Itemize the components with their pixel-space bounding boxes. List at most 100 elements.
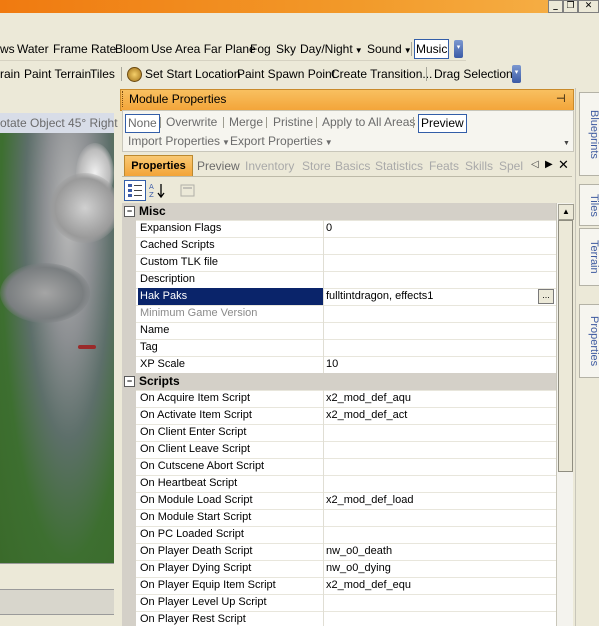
toolbar-overflow-chevron-icon[interactable]: ▾ [512, 65, 521, 83]
toolbar-item-ws[interactable]: ws [0, 38, 15, 60]
property-row[interactable]: On Client Enter Script [122, 424, 556, 442]
tab-preview[interactable]: Preview [197, 157, 240, 176]
property-row[interactable]: Name [122, 322, 556, 340]
tab-inventory[interactable]: Inventory [245, 157, 294, 176]
property-value[interactable]: x2_mod_def_load [323, 492, 556, 509]
tab-statistics[interactable]: Statistics [375, 157, 423, 176]
merge-none-button[interactable]: None [125, 114, 160, 133]
toolbar-item-bloom[interactable]: Bloom [115, 38, 149, 60]
toolbar-item-water[interactable]: Water [17, 38, 49, 60]
rotate-object-button[interactable]: otate Object 45° Right [0, 113, 118, 133]
toolbar-item-tiles[interactable]: Tiles [90, 63, 115, 85]
property-row[interactable]: On PC Loaded Script [122, 526, 556, 544]
browse-ellipsis-button[interactable]: ... [538, 289, 554, 304]
3d-viewport[interactable] [0, 133, 114, 563]
toolbar-item-sky[interactable]: Sky [276, 38, 296, 60]
property-row[interactable]: Description [122, 271, 556, 289]
property-row[interactable]: On Acquire Item Script x2_mod_def_aqu [122, 390, 556, 408]
property-value[interactable]: 0 [323, 220, 556, 237]
property-pages-icon[interactable] [177, 180, 199, 201]
property-value[interactable] [323, 611, 556, 626]
toolbar-item-day-night[interactable]: Day/Night ▼ [300, 38, 363, 60]
close-tab-icon[interactable]: ✕ [558, 157, 569, 173]
property-row[interactable]: On Heartbeat Script [122, 475, 556, 493]
import-properties-dropdown[interactable]: Import Properties ▼ [128, 134, 230, 149]
minimize-button[interactable]: _ [548, 0, 563, 13]
export-properties-dropdown[interactable]: Export Properties ▼ [230, 134, 333, 149]
property-value[interactable] [323, 271, 556, 288]
merge-overwrite-button[interactable]: Overwrite [164, 114, 219, 131]
property-value[interactable]: x2_mod_def_equ [323, 577, 556, 594]
property-row[interactable]: On Cutscene Abort Script [122, 458, 556, 476]
panel-grip[interactable] [122, 91, 126, 107]
toolbar-item-fog[interactable]: Fog [250, 38, 271, 60]
property-row[interactable]: On Client Leave Script [122, 441, 556, 459]
pin-icon[interactable]: ⊣ [556, 92, 566, 105]
toolbar-item-create-transition[interactable]: Create Transition... [331, 63, 432, 85]
close-window-button[interactable]: ✕ [578, 0, 599, 13]
apply-to-all-areas-button[interactable]: Apply to All Areas [320, 114, 417, 131]
grid-scrollbar[interactable]: ▲ [556, 203, 574, 626]
collapse-icon[interactable]: − [124, 376, 135, 387]
alphabetical-sort-icon[interactable]: AZ [146, 180, 168, 201]
merge-preview-toggle[interactable]: Preview [418, 114, 467, 133]
property-row[interactable]: Custom TLK file [122, 254, 556, 272]
property-value[interactable]: nw_o0_dying [323, 560, 556, 577]
property-value[interactable]: x2_mod_def_aqu [323, 390, 556, 407]
property-row[interactable]: On Player Rest Script [122, 611, 556, 626]
property-row[interactable]: On Player Level Up Script [122, 594, 556, 612]
property-row[interactable]: Tag [122, 339, 556, 357]
property-value[interactable] [323, 254, 556, 271]
property-value[interactable]: nw_o0_death [323, 543, 556, 560]
tab-scroll-right-icon[interactable]: ▶ [545, 159, 553, 170]
tab-spells[interactable]: Spel [499, 157, 523, 176]
property-row[interactable]: On Module Start Script [122, 509, 556, 527]
dock-tab-terrain[interactable]: Terrain [579, 228, 599, 286]
toolbar-item-rain[interactable]: rain [0, 63, 20, 85]
toolbar-item-drag-selection[interactable]: Drag Selection [434, 63, 513, 85]
tab-scroll-left-icon[interactable]: ◁ [531, 159, 539, 170]
category-scripts[interactable]: − Scripts [122, 373, 556, 391]
collapse-icon[interactable]: − [124, 206, 135, 217]
toolbar-item-paint-terrain[interactable]: Paint Terrain [24, 63, 91, 85]
property-value[interactable] [323, 424, 556, 441]
property-value[interactable]: x2_mod_def_act [323, 407, 556, 424]
toolbar-overflow-chevron-icon[interactable]: ▾ [454, 40, 463, 58]
scroll-up-icon[interactable]: ▲ [558, 204, 574, 220]
property-value[interactable]: 10 [323, 356, 556, 373]
property-value[interactable] [323, 509, 556, 526]
tab-skills[interactable]: Skills [465, 157, 493, 176]
property-value[interactable] [323, 441, 556, 458]
property-value[interactable] [323, 339, 556, 356]
property-value[interactable] [323, 322, 556, 339]
property-row[interactable]: Expansion Flags 0 [122, 220, 556, 238]
toolbar-item-music[interactable]: Music [414, 39, 450, 59]
toolbar-item-sound[interactable]: Sound ▼ [367, 38, 412, 60]
hak-paks-input[interactable]: fulltintdragon, effects1 [323, 288, 538, 305]
property-value[interactable] [323, 475, 556, 492]
chevron-down-icon[interactable]: ▼ [563, 140, 570, 147]
property-row[interactable]: Minimum Game Version [122, 305, 556, 323]
restore-button[interactable]: ❐ [563, 0, 578, 13]
dock-tab-properties[interactable]: Properties [579, 304, 599, 378]
merge-pristine-button[interactable]: Pristine [271, 114, 315, 131]
property-row[interactable]: XP Scale 10 [122, 356, 556, 374]
tab-properties[interactable]: Properties [124, 155, 193, 177]
property-value[interactable] [323, 594, 556, 611]
toolbar-item-paint-spawn-point[interactable]: Paint Spawn Point [237, 63, 335, 85]
toolbar-item-frame-rate[interactable]: Frame Rate [53, 38, 116, 60]
dock-tab-tiles[interactable]: Tiles [579, 184, 599, 226]
toolbar-item-set-start-location[interactable]: Set Start Location [145, 63, 240, 85]
toolbar-item-use-area-far-plane[interactable]: Use Area Far Plane [151, 38, 256, 60]
property-value[interactable] [323, 526, 556, 543]
tab-basics[interactable]: Basics [335, 157, 370, 176]
property-row[interactable]: Cached Scripts [122, 237, 556, 255]
property-value[interactable] [323, 458, 556, 475]
categorized-view-icon[interactable] [124, 180, 146, 201]
property-value[interactable] [323, 237, 556, 254]
property-row[interactable]: On Player Equip Item Script x2_mod_def_eq… [122, 577, 556, 595]
property-row[interactable]: On Player Death Script nw_o0_death [122, 543, 556, 561]
merge-merge-button[interactable]: Merge [227, 114, 265, 131]
dock-tab-blueprints[interactable]: Blueprints [579, 92, 599, 176]
tab-store[interactable]: Store [302, 157, 331, 176]
